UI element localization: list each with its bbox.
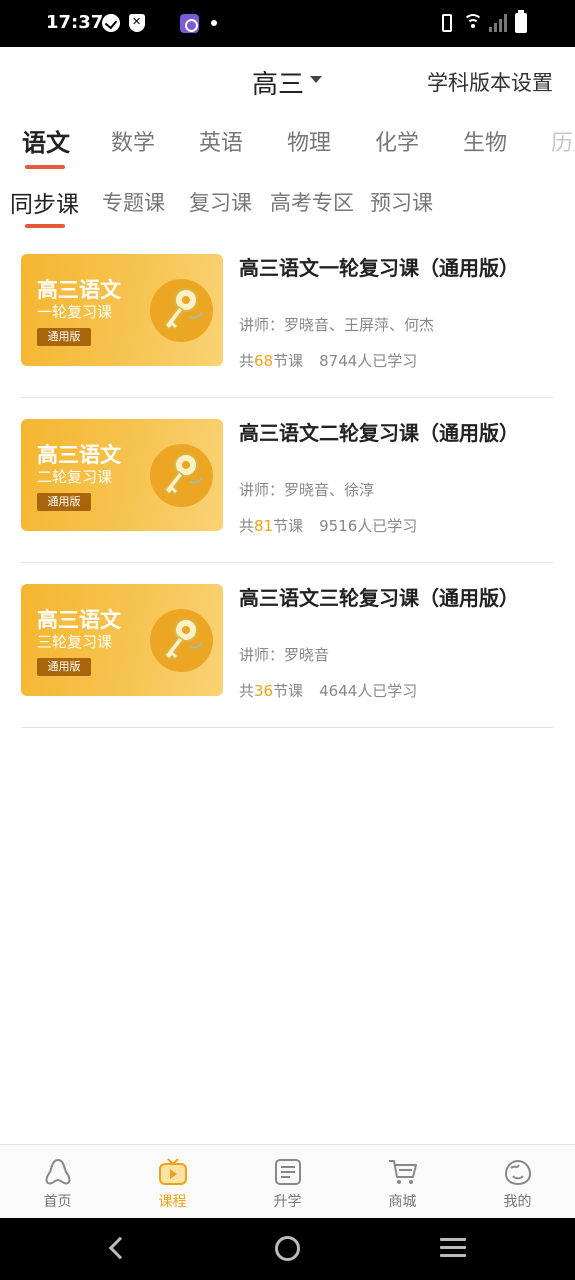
tab-sync-course[interactable]: 同步课 bbox=[10, 185, 79, 219]
lessons-prefix: 共 bbox=[239, 682, 255, 700]
course-thumbnail[interactable]: 高三语文 一轮复习课 通用版 bbox=[21, 254, 223, 366]
lessons-count: 81 bbox=[254, 517, 274, 535]
lessons-count: 68 bbox=[254, 352, 274, 370]
learners-count: 8744人已学习 bbox=[319, 352, 418, 370]
cell-signal-icon bbox=[489, 14, 507, 32]
course-card[interactable]: 高三语文 二轮复习课 通用版 高三语文二轮复习课（通用版） 讲师：罗晓音、徐淳 … bbox=[0, 398, 575, 563]
grade-selector[interactable]: 高三 bbox=[252, 64, 304, 101]
course-teacher: 讲师：罗晓音、王屏萍、何杰 bbox=[239, 316, 435, 334]
tab-gaokao-zone[interactable]: 高考专区 bbox=[270, 187, 354, 217]
caret-down-icon[interactable] bbox=[310, 76, 322, 83]
status-bar: 17:37 bbox=[0, 0, 575, 47]
system-nav-bar bbox=[0, 1218, 575, 1280]
course-teacher: 讲师：罗晓音、徐淳 bbox=[239, 481, 375, 499]
course-thumbnail[interactable]: 高三语文 二轮复习课 通用版 bbox=[21, 419, 223, 531]
tab-subject-biology[interactable]: 生物 bbox=[463, 125, 507, 157]
course-title[interactable]: 高三语文三轮复习课（通用版） bbox=[239, 582, 519, 611]
cart-icon bbox=[389, 1160, 417, 1184]
learners-count: 9516人已学习 bbox=[319, 517, 418, 535]
nav-label: 首页 bbox=[43, 1194, 72, 1210]
app-notification-icon bbox=[180, 14, 199, 33]
lessons-suffix: 节课 bbox=[273, 352, 304, 370]
tab-subject-math[interactable]: 数学 bbox=[111, 125, 155, 157]
divider bbox=[21, 727, 553, 728]
course-teacher: 讲师：罗晓音 bbox=[239, 646, 330, 664]
document-icon bbox=[275, 1159, 301, 1185]
nav-label: 商城 bbox=[388, 1194, 417, 1210]
subject-version-settings-link[interactable]: 学科版本设置 bbox=[427, 67, 553, 97]
header: 高三 学科版本设置 bbox=[0, 47, 575, 113]
edition-badge: 通用版 bbox=[37, 658, 91, 676]
edition-badge: 通用版 bbox=[37, 328, 91, 346]
thumbnail-subtitle: 二轮复习课 bbox=[37, 468, 113, 486]
course-type-tabs: 同步课 专题课 复习课 高考专区 预习课 bbox=[0, 173, 575, 233]
home-circle-icon[interactable] bbox=[275, 1236, 300, 1261]
tab-topic-course[interactable]: 专题课 bbox=[102, 187, 165, 217]
tab-subject-physics[interactable]: 物理 bbox=[287, 125, 331, 157]
check-circle-icon bbox=[102, 14, 120, 32]
key-icon bbox=[150, 279, 213, 342]
edition-badge: 通用版 bbox=[37, 493, 91, 511]
face-icon bbox=[504, 1159, 532, 1186]
course-stats: 共68节课 8744人已学习 bbox=[239, 350, 417, 371]
tab-subject-english[interactable]: 英语 bbox=[199, 125, 243, 157]
nav-label: 课程 bbox=[158, 1194, 187, 1210]
nav-item-store[interactable]: 商城 bbox=[345, 1145, 460, 1219]
tab-subject-chinese[interactable]: 语文 bbox=[22, 123, 70, 158]
course-card[interactable]: 高三语文 三轮复习课 通用版 高三语文三轮复习课（通用版） 讲师：罗晓音 共36… bbox=[0, 563, 575, 728]
nav-item-me[interactable]: 我的 bbox=[460, 1145, 575, 1219]
shield-icon bbox=[129, 14, 145, 32]
status-time: 17:37 bbox=[46, 12, 104, 33]
lessons-prefix: 共 bbox=[239, 352, 255, 370]
type-tab-indicator bbox=[25, 224, 65, 228]
key-icon bbox=[150, 444, 213, 507]
thumbnail-subtitle: 三轮复习课 bbox=[37, 633, 113, 651]
course-stats: 共81节课 9516人已学习 bbox=[239, 515, 417, 536]
key-icon bbox=[150, 609, 213, 672]
subject-tab-indicator bbox=[25, 165, 65, 169]
tab-preview-course[interactable]: 预习课 bbox=[370, 187, 433, 217]
tab-review-course[interactable]: 复习课 bbox=[189, 187, 252, 217]
notification-dot-icon bbox=[211, 20, 217, 26]
lessons-suffix: 节课 bbox=[273, 682, 304, 700]
course-title[interactable]: 高三语文一轮复习课（通用版） bbox=[239, 252, 519, 281]
subject-tabs: 语文 数学 英语 物理 化学 生物 历史 bbox=[0, 113, 575, 173]
course-thumbnail[interactable]: 高三语文 三轮复习课 通用版 bbox=[21, 584, 223, 696]
battery-icon bbox=[515, 10, 527, 33]
home-icon bbox=[45, 1158, 71, 1185]
nav-label: 升学 bbox=[273, 1194, 302, 1210]
bottom-nav: 首页 课程 升学 商城 我的 bbox=[0, 1144, 575, 1218]
nav-item-home[interactable]: 首页 bbox=[0, 1145, 115, 1219]
lessons-prefix: 共 bbox=[239, 517, 255, 535]
vibrate-icon bbox=[442, 14, 452, 32]
course-stats: 共36节课 4644人已学习 bbox=[239, 680, 417, 701]
thumbnail-title: 高三语文 bbox=[37, 278, 121, 302]
recent-apps-icon[interactable] bbox=[440, 1238, 466, 1258]
nav-label: 我的 bbox=[503, 1194, 532, 1210]
lessons-count: 36 bbox=[254, 682, 274, 700]
thumbnail-title: 高三语文 bbox=[37, 608, 121, 632]
learners-count: 4644人已学习 bbox=[319, 682, 418, 700]
course-play-icon bbox=[159, 1158, 187, 1185]
tab-subject-chemistry[interactable]: 化学 bbox=[375, 125, 419, 157]
wifi-icon bbox=[463, 14, 483, 30]
course-title[interactable]: 高三语文二轮复习课（通用版） bbox=[239, 417, 519, 446]
course-card[interactable]: 高三语文 一轮复习课 通用版 高三语文一轮复习课（通用版） 讲师：罗晓音、王屏萍… bbox=[0, 233, 575, 398]
lessons-suffix: 节课 bbox=[273, 517, 304, 535]
thumbnail-subtitle: 一轮复习课 bbox=[37, 303, 113, 321]
nav-item-advance[interactable]: 升学 bbox=[230, 1145, 345, 1219]
thumbnail-title: 高三语文 bbox=[37, 443, 121, 467]
back-icon[interactable] bbox=[108, 1236, 132, 1260]
tab-subject-history[interactable]: 历史 bbox=[551, 125, 575, 157]
nav-item-course[interactable]: 课程 bbox=[115, 1145, 230, 1219]
course-list: 高三语文 一轮复习课 通用版 高三语文一轮复习课（通用版） 讲师：罗晓音、王屏萍… bbox=[0, 233, 575, 728]
